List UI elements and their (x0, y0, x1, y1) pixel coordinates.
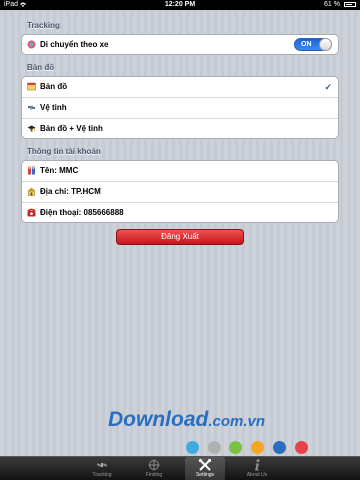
car-icon (27, 40, 36, 49)
tab-settings[interactable]: Settings (185, 457, 225, 480)
user-icon (27, 166, 36, 175)
crosshair-icon (147, 459, 161, 471)
satellite-label: Vệ tinh (40, 103, 67, 112)
watermark-suffix: .com.vn (208, 413, 266, 430)
map-group: Bản đồ ✓ Vệ tinh Bản đồ + Vệ tinh (21, 76, 339, 139)
battery-percent: 61 % (324, 1, 340, 8)
tab-bar: Tracking Finding Settings About Us (0, 456, 360, 480)
follow-vehicle-label: Di chuyển theo xe (40, 40, 109, 49)
account-name-label: Tên: MMC (40, 166, 79, 175)
watermark-dot (273, 441, 286, 454)
watermark-logo: Download.com.vn (108, 408, 265, 432)
account-phone-row: Điện thoại: 085666888 (22, 203, 338, 222)
account-phone-label: Điện thoại: 085666888 (40, 208, 124, 217)
map-type-row-hybrid[interactable]: Bản đồ + Vệ tinh (22, 119, 338, 138)
satellite-dish-icon (95, 459, 109, 471)
wrench-icon (198, 458, 212, 471)
watermark-text: Download (108, 408, 209, 431)
phone-icon (27, 208, 36, 217)
follow-vehicle-toggle[interactable]: ON (294, 38, 332, 51)
account-group: Tên: MMC Địa chỉ: TP.HCM Điện thoại: 085… (21, 160, 339, 223)
tab-settings-label: Settings (195, 472, 215, 478)
map-icon (27, 82, 36, 91)
follow-vehicle-row[interactable]: Di chuyển theo xe ON (22, 35, 338, 54)
tab-finding-label: Finding (145, 472, 163, 478)
map-type-row-map[interactable]: Bản đồ ✓ (22, 77, 338, 98)
map-type-label: Bản đồ (40, 82, 68, 91)
tab-about-us[interactable]: About Us (237, 457, 277, 480)
map-type-row-satellite[interactable]: Vệ tinh (22, 98, 338, 119)
watermark-dot (295, 441, 308, 454)
watermark-dot (229, 441, 242, 454)
tab-tracking[interactable]: Tracking (82, 457, 122, 480)
status-bar: iPad 12:20 PM 61 % (0, 0, 360, 10)
toggle-on-text: ON (301, 41, 312, 48)
info-icon (250, 459, 264, 471)
section-header-tracking: Tracking (27, 21, 60, 30)
account-name-row: Tên: MMC (22, 161, 338, 182)
battery-icon (344, 2, 356, 7)
watermark-dot (208, 441, 221, 454)
section-header-account: Thông tin tài khoản (27, 147, 101, 156)
address-icon (27, 187, 36, 196)
logout-button[interactable]: Đăng Xuất (116, 229, 244, 245)
tab-finding[interactable]: Finding (134, 457, 174, 480)
section-header-map: Bản đồ (27, 63, 55, 72)
tracking-group: Di chuyển theo xe ON (21, 34, 339, 55)
hybrid-label: Bản đồ + Vệ tinh (40, 124, 103, 133)
satellite-icon (27, 103, 36, 112)
hybrid-icon (27, 124, 36, 133)
status-time: 12:20 PM (164, 1, 196, 8)
watermark-dot (251, 441, 264, 454)
checkmark-icon: ✓ (324, 82, 332, 92)
account-address-row: Địa chỉ: TP.HCM (22, 182, 338, 203)
watermark-dot (186, 441, 199, 454)
account-address-label: Địa chỉ: TP.HCM (40, 187, 101, 196)
toggle-knob (319, 38, 332, 51)
tab-about-us-label: About Us (246, 472, 268, 478)
tab-tracking-label: Tracking (92, 472, 112, 478)
